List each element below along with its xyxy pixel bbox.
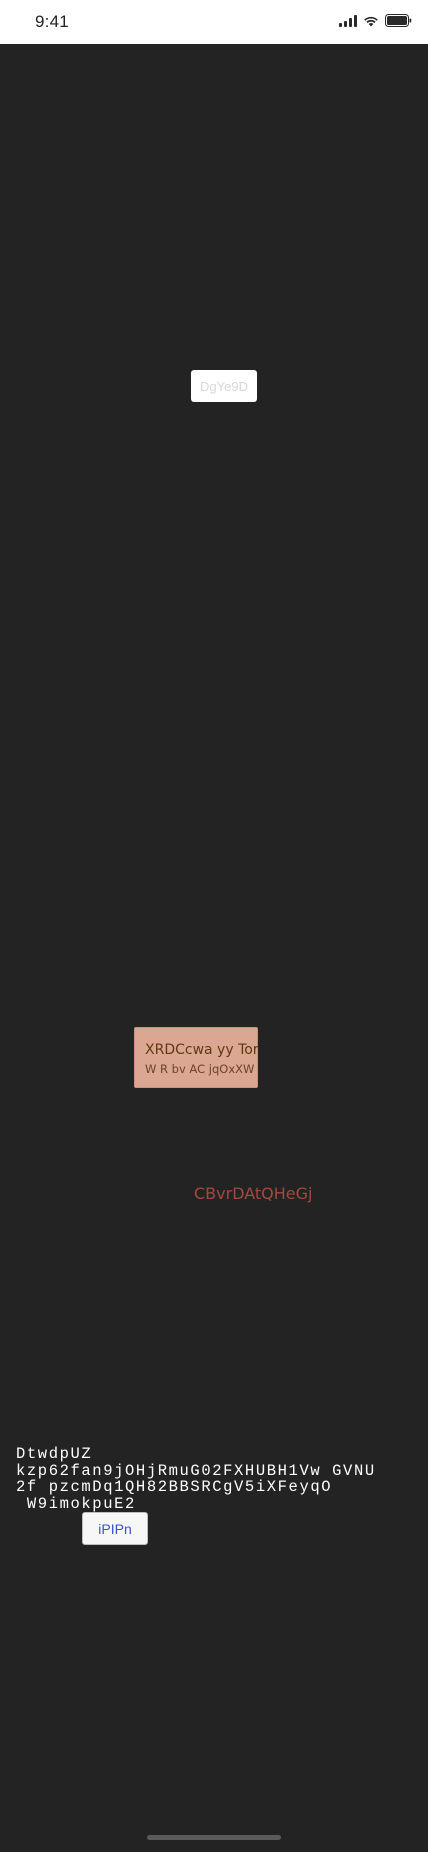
dgye9d-button[interactable]: DgYe9D xyxy=(191,370,257,402)
paragraph-line: kzp62fan9jOHjRmuG02FXHUBH1Vw GVNU xyxy=(16,1461,376,1480)
paragraph-line: W9imokpuE2 xyxy=(16,1494,136,1513)
card-subtitle: W R bv AC jqOxXW xyxy=(145,1062,255,1076)
info-card[interactable]: XRDCcwa yy Tor W R bv AC jqOxXW xyxy=(134,1027,259,1088)
card-title: XRDCcwa yy Tor xyxy=(145,1042,259,1058)
battery-icon xyxy=(385,14,412,27)
status-icons xyxy=(339,14,412,27)
ipipn-button[interactable]: iPIPn xyxy=(82,1512,148,1545)
home-indicator[interactable] xyxy=(147,1835,281,1840)
status-bar: 9:41 xyxy=(0,0,428,44)
cellular-signal-icon xyxy=(339,14,357,27)
paragraph-line: 2f pzcmDq1QH82BBSRCgV5iXFeyqO xyxy=(16,1478,333,1496)
paragraph-line: DtwdpUZ xyxy=(16,1445,93,1463)
paragraph-text: DtwdpUZ kzp62fan9jOHjRmuG02FXHUBH1Vw GVN… xyxy=(16,1446,416,1512)
status-time: 9:41 xyxy=(35,12,69,31)
highlight-text: CBvrDAtQHeGj xyxy=(194,1184,313,1203)
wifi-icon xyxy=(363,15,379,27)
